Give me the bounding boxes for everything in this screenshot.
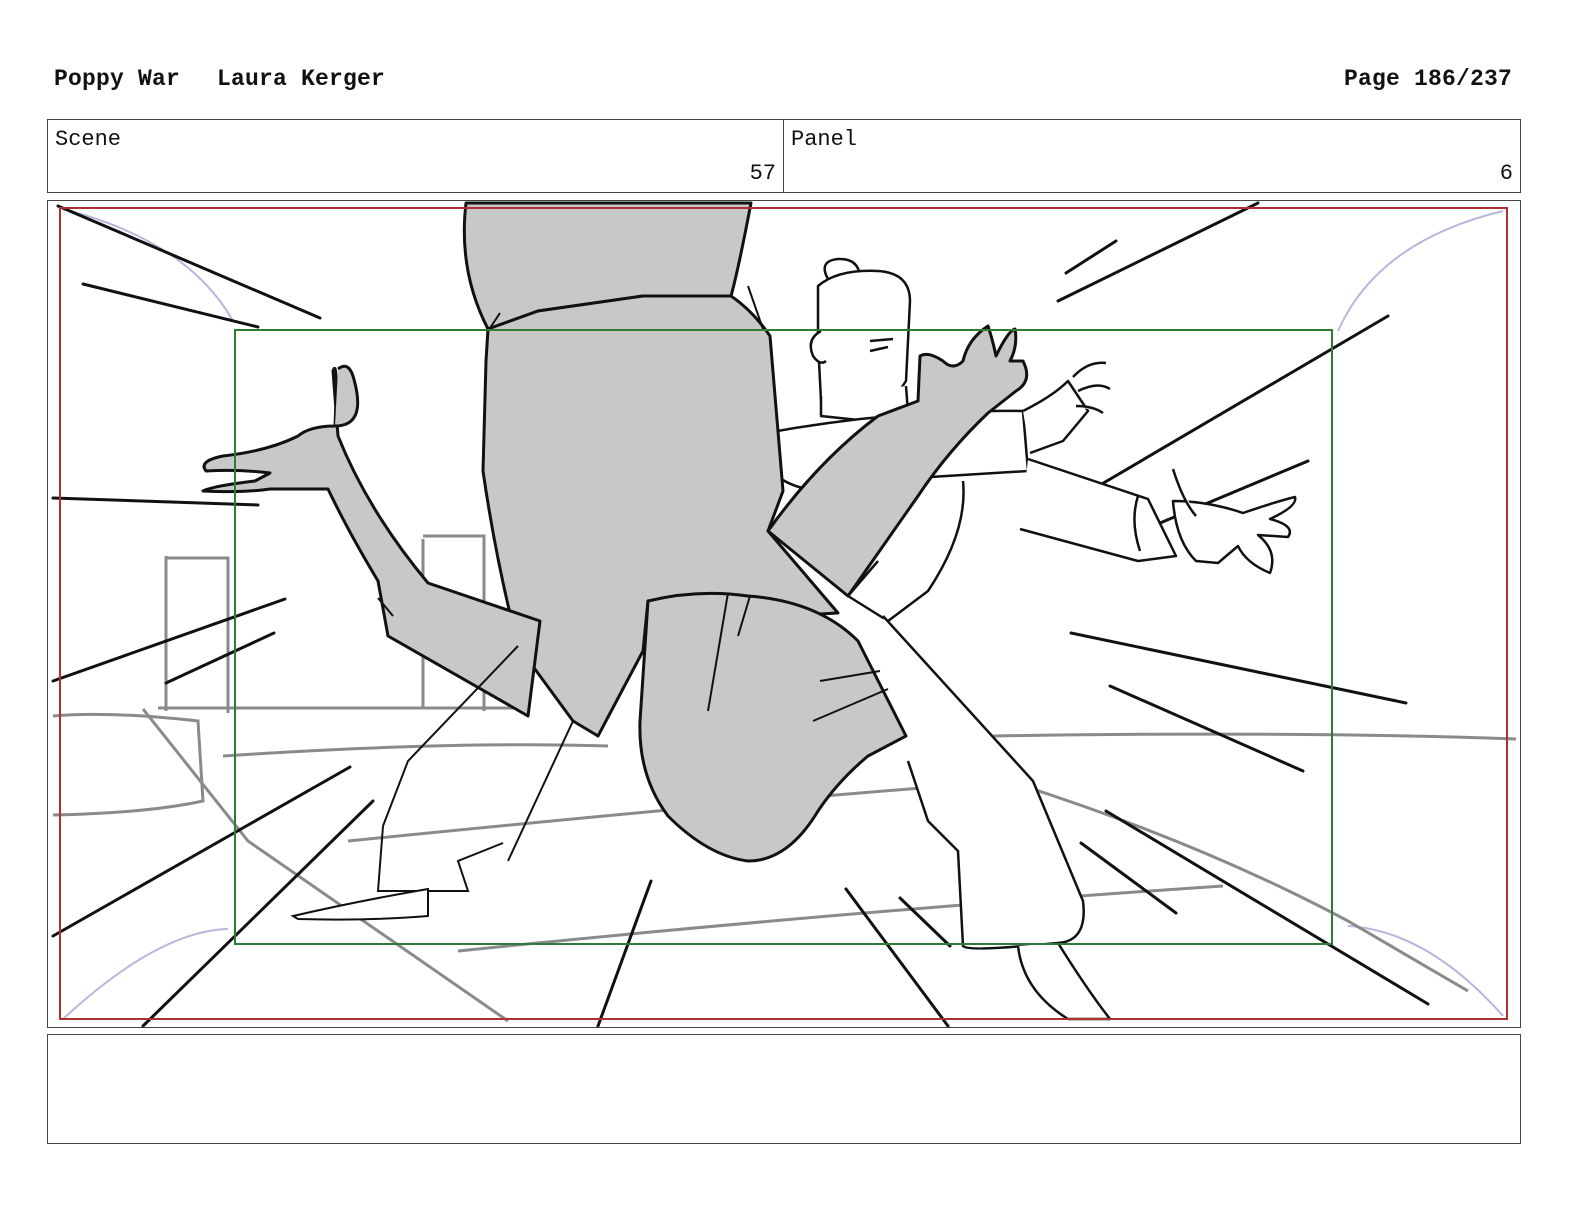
- scene-box: Scene 57: [47, 119, 784, 193]
- storyboard-sketch: [51, 201, 1517, 1027]
- project-title: Poppy War: [54, 66, 181, 92]
- author-name: Laura Kerger: [217, 66, 386, 92]
- panel-number: 6: [1499, 161, 1513, 186]
- page-number: Page 186/237: [1343, 66, 1512, 92]
- notes-box[interactable]: [47, 1034, 1521, 1144]
- panel-box: Panel 6: [783, 119, 1521, 193]
- panel-label: Panel: [791, 127, 858, 152]
- scene-number: 57: [749, 161, 776, 186]
- scene-label: Scene: [55, 127, 122, 152]
- storyboard-frame: [47, 200, 1521, 1028]
